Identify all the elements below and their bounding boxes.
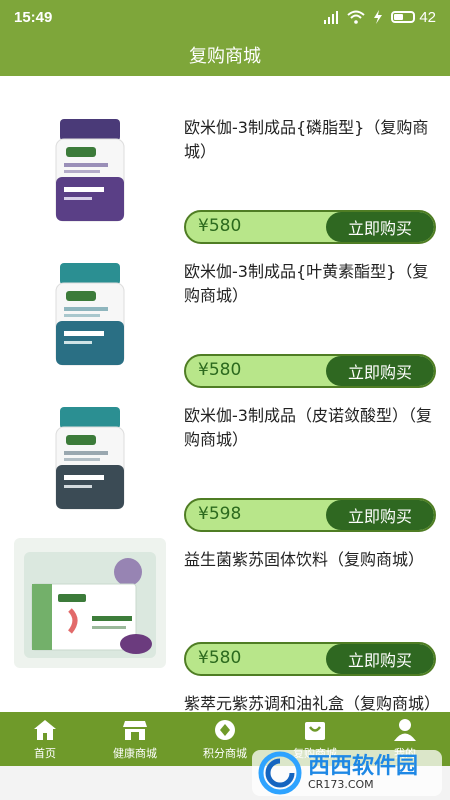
watermark-text: 西西软件园 CR173.COM <box>308 753 419 791</box>
tab-label: 积分商城 <box>203 746 247 760</box>
product-image[interactable] <box>14 106 166 236</box>
tab-home[interactable]: 首页 <box>0 712 90 766</box>
product-item[interactable]: 欧米伽-3制成品（皮诺敛酸型）（复购商城） ¥598 立即购买 <box>0 364 450 532</box>
product-item[interactable]: 欧米伽-3制成品{磷脂型}（复购商城） ¥580 立即购买 <box>0 76 450 244</box>
charging-icon <box>374 10 383 24</box>
title-bar: 复购商城 <box>0 34 450 76</box>
product-title[interactable]: 欧米伽-3制成品{磷脂型}（复购商城） <box>184 116 436 164</box>
store-icon <box>123 720 147 740</box>
product-image[interactable] <box>14 538 166 668</box>
home-icon <box>34 719 56 740</box>
tab-label: 健康商城 <box>113 746 157 760</box>
product-title[interactable]: 欧米伽-3制成品（皮诺敛酸型）（复购商城） <box>184 404 436 452</box>
supplement-bottle-icon <box>55 119 125 222</box>
supplement-bottle-icon <box>55 407 125 510</box>
tab-health-store[interactable]: 健康商城 <box>90 712 180 766</box>
battery-icon <box>391 11 416 23</box>
status-bar: 15:49 42 <box>0 0 450 34</box>
watermark-main-text: 西西软件园 <box>308 753 419 779</box>
product-title[interactable]: 欧米伽-3制成品{叶黄素酯型}（复购商城） <box>184 260 436 308</box>
page-title: 复购商城 <box>189 46 261 67</box>
watermark-logo-icon <box>258 751 302 795</box>
product-title[interactable]: 紫萃元紫苏调和油礼盒（复购商城） <box>184 692 440 712</box>
tab-label: 首页 <box>34 746 56 760</box>
battery-indicator: 42 <box>391 9 436 26</box>
points-icon <box>215 719 235 740</box>
supplement-bottle-icon <box>55 263 125 366</box>
wifi-icon <box>347 10 365 24</box>
gift-box-icon <box>24 552 156 658</box>
watermark: 西西软件园 CR173.COM <box>252 750 442 796</box>
product-title[interactable]: 益生菌紫苏固体饮料（复购商城） <box>184 548 436 572</box>
user-icon <box>394 718 416 741</box>
status-icons: 42 <box>323 9 436 26</box>
signal-icon <box>324 11 339 24</box>
product-image[interactable] <box>14 250 166 380</box>
product-item[interactable]: 紫萃元紫苏调和油礼盒（复购商城） <box>0 652 450 712</box>
battery-percent: 42 <box>419 8 436 26</box>
product-list[interactable]: 欧米伽-3制成品{磷脂型}（复购商城） ¥580 立即购买 欧米伽-3制成品{叶… <box>0 76 450 712</box>
product-image[interactable] <box>14 394 166 524</box>
status-time: 15:49 <box>14 8 53 26</box>
shopping-bag-icon <box>305 721 325 740</box>
product-item[interactable]: 欧米伽-3制成品{叶黄素酯型}（复购商城） ¥580 立即购买 <box>0 220 450 388</box>
watermark-sub-text: CR173.COM <box>308 777 374 791</box>
product-item[interactable]: 益生菌紫苏固体饮料（复购商城） ¥580 立即购买 <box>0 508 450 676</box>
